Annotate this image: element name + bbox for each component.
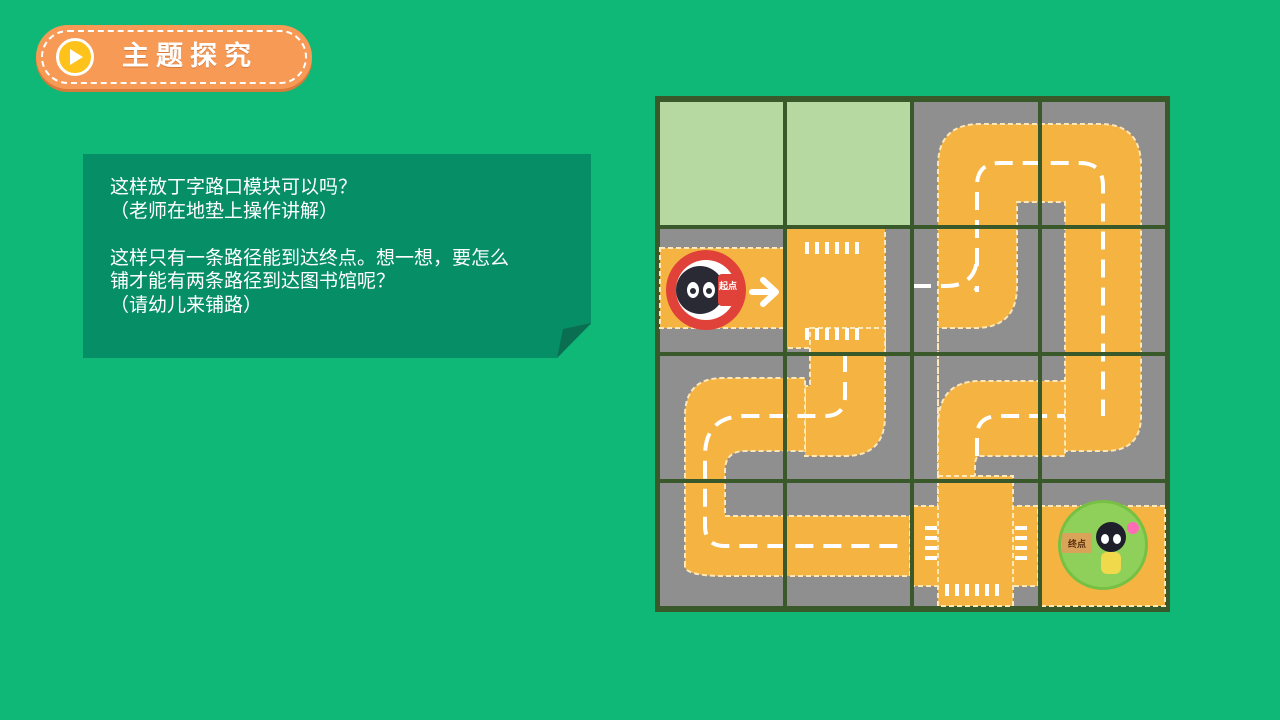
question-note: （请幼儿来铺路） xyxy=(110,293,263,316)
question-note: （老师在地垫上操作讲解） xyxy=(110,199,339,222)
topic-badge[interactable]: 主题探究 xyxy=(36,25,312,89)
question-line: 这样只有一条路径能到达终点。想一想，要怎么 xyxy=(110,246,510,269)
question-line: 这样放丁字路口模块可以吗？ xyxy=(110,176,358,198)
empty-slot[interactable] xyxy=(660,102,783,225)
empty-slot[interactable] xyxy=(787,102,910,225)
end-marker[interactable]: 终点 xyxy=(1058,500,1148,590)
page-title: 主题探究 xyxy=(122,41,258,72)
road-puzzle-board: 起点 终点 xyxy=(655,96,1170,612)
question-text: 这样放丁字路口模块可以吗？ （老师在地垫上操作讲解） 这样只有一条路径能到达终点… xyxy=(110,176,580,317)
question-line: 铺才能有两条路径到达图书馆呢？ xyxy=(110,270,396,292)
start-marker[interactable]: 起点 xyxy=(666,250,746,330)
start-label: 起点 xyxy=(718,280,737,292)
end-label: 终点 xyxy=(1067,538,1086,550)
play-icon[interactable] xyxy=(56,38,94,76)
